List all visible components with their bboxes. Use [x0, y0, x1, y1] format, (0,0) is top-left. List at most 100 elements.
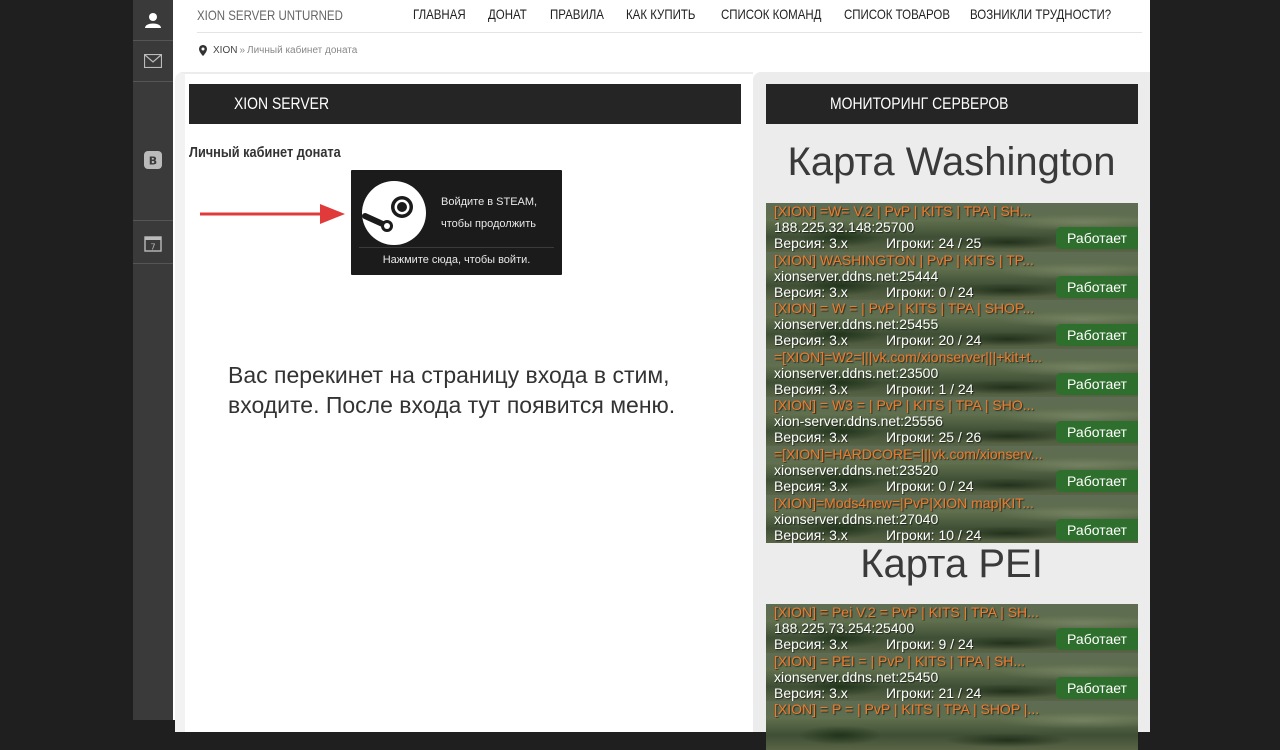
top-navigation: XION SERVER UNTURNED ГЛАВНАЯ ДОНАТ ПРАВИ…: [173, 0, 1150, 32]
side-rail: B 7: [133, 0, 173, 720]
panel-header-monitoring: МОНИТОРИНГ СЕРВЕРОВ: [766, 84, 1138, 124]
server-name: [XION] WASHINGTON | PvP | KITS | TP...: [774, 251, 1034, 268]
panel-header-xion: XION SERVER: [189, 84, 741, 124]
mail-icon: [144, 54, 162, 68]
login-instructions: Вас перекинет на страницу входа в стим, …: [228, 362, 676, 418]
server-name: =[XION]=HARDCORE=|||vk.com/xionserv...: [774, 445, 1043, 462]
server-name: [XION] =W= V.2 | PvP | KITS | TPA | SH..…: [774, 203, 1032, 219]
server-status-badge: Работает: [1056, 676, 1138, 699]
server-players: Игроки: 0 / 24: [886, 283, 974, 300]
server-players: Игроки: 10 / 24: [886, 526, 982, 543]
breadcrumb: XION » Личный кабинет доната: [199, 45, 357, 56]
calendar-icon: 7: [144, 236, 162, 252]
server-status-badge: Работает: [1056, 372, 1138, 395]
server-row[interactable]: [XION] WASHINGTON | PvP | KITS | TP... xi…: [766, 251, 1138, 301]
server-status-badge: Работает: [1056, 469, 1138, 492]
server-players: Игроки: 9 / 24: [886, 636, 974, 652]
server-players: Игроки: 21 / 24: [886, 684, 982, 701]
server-address: xionserver.ddns.net:25450: [774, 668, 939, 685]
server-address: 188.225.32.148:25700: [774, 219, 915, 235]
site-name[interactable]: XION SERVER UNTURNED: [197, 7, 343, 23]
server-row[interactable]: =[XION]=W2=|||vk.com/xionserver|||+kit+t…: [766, 348, 1138, 398]
server-version: Версия: 3.x: [774, 684, 848, 701]
server-version: Версия: 3.x: [774, 429, 848, 446]
server-row[interactable]: =[XION]=HARDCORE=|||vk.com/xionserv... xi…: [766, 445, 1138, 495]
breadcrumb-separator: »: [239, 45, 246, 56]
server-version: Версия: 3.x: [774, 526, 848, 543]
nav-donate[interactable]: ДОНАТ: [488, 6, 539, 22]
server-name: [XION] = W = | PvP | KITS | TPA | SHOP..…: [774, 300, 1035, 317]
breadcrumb-home[interactable]: XION: [213, 45, 237, 56]
map-title-washington: Карта Washington: [787, 140, 1116, 184]
server-row[interactable]: [XION] = Pei V.2 = PvP | KITS | TPA | SH…: [766, 604, 1138, 653]
nav-home[interactable]: ГЛАВНАЯ: [413, 6, 475, 22]
server-players: Игроки: 24 / 25: [886, 235, 982, 251]
server-row[interactable]: [XION] = PEI = | PvP | KITS | TPA | SH..…: [766, 652, 1138, 702]
server-address: xionserver.ddns.net:23500: [774, 364, 939, 381]
server-version: Версия: 3.x: [774, 380, 848, 397]
server-status-badge: Работает: [1056, 421, 1138, 444]
server-row[interactable]: [XION] =W= V.2 | PvP | KITS | TPA | SH..…: [766, 203, 1138, 252]
server-version: Версия: 3.x: [774, 636, 848, 652]
steam-prompt-line1: Войдите в STEAM,: [441, 196, 538, 208]
server-row[interactable]: [XION] = W = | PvP | KITS | TPA | SHOP..…: [766, 300, 1138, 349]
server-row[interactable]: [XION] = W3 = | PvP | KITS | TPA | SHO..…: [766, 397, 1138, 446]
server-row[interactable]: [XION] = P = | PvP | KITS | TPA | SHOP |…: [766, 701, 1138, 750]
vk-icon: B: [144, 151, 162, 169]
nav-rules[interactable]: ПРАВИЛА: [550, 6, 612, 22]
breadcrumb-current: Личный кабинет доната: [247, 45, 358, 56]
server-version: Версия: 3.x: [774, 235, 848, 251]
nav-commands[interactable]: СПИСОК КОМАНД: [721, 6, 822, 22]
server-address: xion-server.ddns.net:25556: [774, 413, 943, 430]
server-status-badge: Работает: [1056, 628, 1138, 650]
server-players: Игроки: 20 / 24: [886, 332, 982, 349]
main-menu: ГЛАВНАЯ ДОНАТ ПРАВИЛА КАК КУПИТЬ СПИСОК …: [413, 6, 1111, 22]
server-address: 188.225.73.254:25400: [774, 620, 915, 636]
page: XION SERVER UNTURNED ГЛАВНАЯ ДОНАТ ПРАВИ…: [173, 0, 1150, 750]
server-address: xionserver.ddns.net:25455: [774, 316, 939, 333]
vk-button[interactable]: B: [133, 140, 173, 180]
messages-button[interactable]: [133, 41, 173, 81]
nav-help[interactable]: ВОЗНИКЛИ ТРУДНОСТИ?: [970, 6, 1111, 22]
server-list-washington: [XION] =W= V.2 | PvP | KITS | TPA | SH..…: [766, 203, 1138, 544]
server-name: [XION] = P = | PvP | KITS | TPA | SHOP |…: [774, 701, 1040, 718]
server-status-badge: Работает: [1056, 324, 1138, 347]
server-address: xionserver.ddns.net:25444: [774, 267, 939, 284]
server-players: Игроки: 25 / 26: [886, 429, 982, 446]
server-status-badge: Работает: [1056, 275, 1138, 298]
sidebar-monitoring: МОНИТОРИНГ СЕРВЕРОВ Карта Washington [XI…: [753, 72, 1150, 750]
server-address: xionserver.ddns.net:27040: [774, 510, 939, 527]
nav-products[interactable]: СПИСОК ТОВАРОВ: [844, 6, 950, 22]
user-icon: [145, 13, 161, 28]
nav-how-to-buy[interactable]: КАК КУПИТЬ: [626, 6, 704, 22]
server-status-badge: Работает: [1056, 227, 1138, 249]
svg-text:7: 7: [150, 243, 155, 252]
server-row[interactable]: [XION]=Mods4new=|PvP|XION map|KIT... xion…: [766, 494, 1138, 544]
server-version: Версия: 3.x: [774, 332, 848, 349]
panel-title: XION SERVER: [234, 94, 330, 113]
server-address: xionserver.ddns.net:23520: [774, 461, 939, 478]
map-title-pei: Карта PEI: [860, 542, 1043, 586]
server-name: [XION]=Mods4new=|PvP|XION map|KIT...: [774, 494, 1034, 511]
server-name: [XION] = W3 = | PvP | KITS | TPA | SHO..…: [774, 397, 1035, 414]
server-name: [XION] = Pei V.2 = PvP | KITS | TPA | SH…: [774, 604, 1039, 620]
server-name: [XION] = PEI = | PvP | KITS | TPA | SH..…: [774, 652, 1026, 669]
steam-logo-icon: [362, 181, 426, 245]
server-list-pei: [XION] = Pei V.2 = PvP | KITS | TPA | SH…: [766, 604, 1138, 750]
server-name: =[XION]=W2=|||vk.com/xionserver|||+kit+t…: [774, 348, 1043, 365]
steam-login-button[interactable]: Войдите в STEAM, чтобы продолжить Нажмит…: [351, 170, 562, 275]
steam-cta-text: Нажмите сюда, чтобы войти.: [382, 254, 531, 266]
svg-text:B: B: [149, 155, 157, 168]
steam-prompt-line2: чтобы продолжить: [441, 218, 536, 230]
profile-button[interactable]: [133, 0, 173, 40]
server-version: Версия: 3.x: [774, 477, 848, 494]
server-players: Игроки: 0 / 24: [886, 477, 974, 494]
panel-title-monitoring: МОНИТОРИНГ СЕРВЕРОВ: [830, 94, 1009, 113]
server-players: Игроки: 1 / 24: [886, 380, 974, 397]
main-content: XION SERVER Личный кабинет доната Войдит…: [175, 72, 753, 732]
calendar-button[interactable]: 7: [133, 223, 173, 263]
location-pin-icon: [199, 45, 207, 56]
arrow-right-icon: [200, 204, 345, 224]
server-version: Версия: 3.x: [774, 283, 848, 300]
page-heading: Личный кабинет доната: [189, 144, 341, 161]
